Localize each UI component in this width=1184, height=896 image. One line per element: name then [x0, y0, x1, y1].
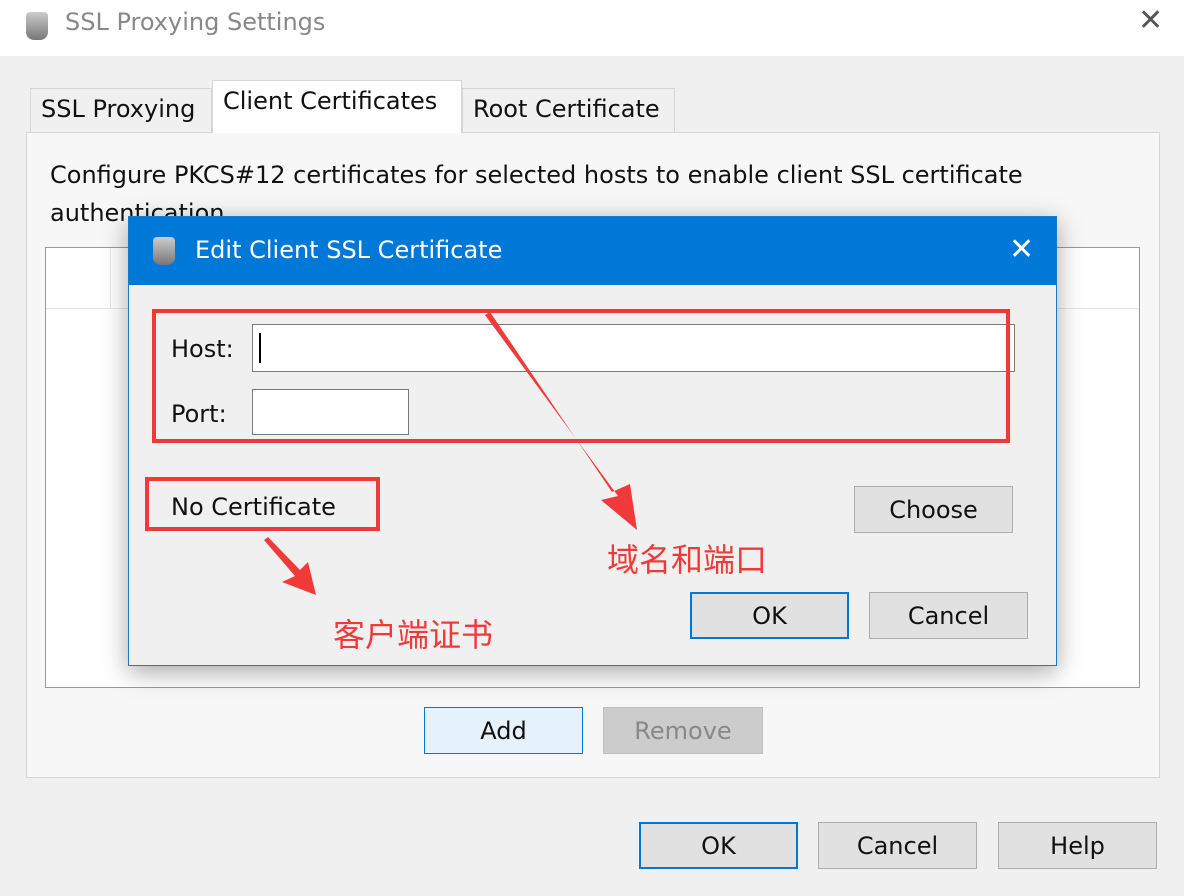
arrow-host-port-icon	[485, 312, 637, 530]
annotation-host-port: 域名和端口	[607, 541, 768, 579]
annotation-arrows	[264, 312, 637, 595]
annotation-client-cert: 客户端证书	[333, 616, 494, 654]
arrow-client-cert-icon	[264, 537, 316, 595]
